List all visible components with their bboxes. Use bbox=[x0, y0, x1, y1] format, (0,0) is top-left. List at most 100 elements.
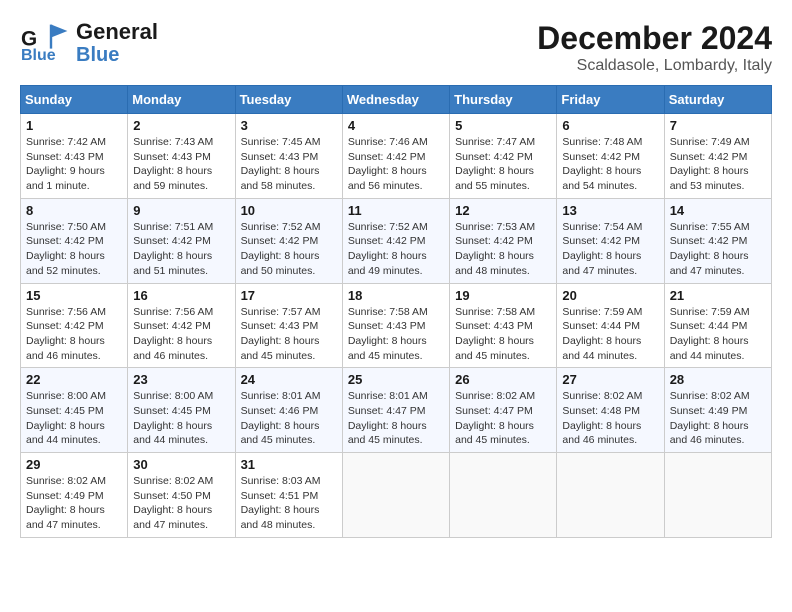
day-info: Sunrise: 7:43 AM Sunset: 4:43 PM Dayligh… bbox=[133, 135, 229, 194]
day-number: 16 bbox=[133, 288, 229, 303]
day-info: Sunrise: 7:49 AM Sunset: 4:42 PM Dayligh… bbox=[670, 135, 766, 194]
calendar-day-cell: 23 Sunrise: 8:00 AM Sunset: 4:45 PM Dayl… bbox=[128, 368, 235, 453]
day-number: 24 bbox=[241, 372, 337, 387]
day-info: Sunrise: 7:59 AM Sunset: 4:44 PM Dayligh… bbox=[562, 305, 658, 364]
calendar-day-cell: 5 Sunrise: 7:47 AM Sunset: 4:42 PM Dayli… bbox=[450, 114, 557, 199]
calendar-day-cell: 31 Sunrise: 8:03 AM Sunset: 4:51 PM Dayl… bbox=[235, 453, 342, 538]
day-number: 28 bbox=[670, 372, 766, 387]
calendar-day-cell: 20 Sunrise: 7:59 AM Sunset: 4:44 PM Dayl… bbox=[557, 283, 664, 368]
sunrise-text: Sunrise: 8:01 AM bbox=[348, 390, 428, 402]
calendar-day-cell: 21 Sunrise: 7:59 AM Sunset: 4:44 PM Dayl… bbox=[664, 283, 771, 368]
day-info: Sunrise: 7:55 AM Sunset: 4:42 PM Dayligh… bbox=[670, 220, 766, 279]
sunset-text: Sunset: 4:42 PM bbox=[26, 235, 104, 247]
day-number: 9 bbox=[133, 203, 229, 218]
sunset-text: Sunset: 4:43 PM bbox=[26, 151, 104, 163]
day-info: Sunrise: 7:46 AM Sunset: 4:42 PM Dayligh… bbox=[348, 135, 444, 194]
day-info: Sunrise: 7:52 AM Sunset: 4:42 PM Dayligh… bbox=[241, 220, 337, 279]
day-info: Sunrise: 7:52 AM Sunset: 4:42 PM Dayligh… bbox=[348, 220, 444, 279]
sunset-text: Sunset: 4:42 PM bbox=[26, 320, 104, 332]
day-info: Sunrise: 7:56 AM Sunset: 4:42 PM Dayligh… bbox=[133, 305, 229, 364]
sunset-text: Sunset: 4:42 PM bbox=[670, 235, 748, 247]
sunrise-text: Sunrise: 7:59 AM bbox=[670, 306, 750, 318]
calendar-week-row: 15 Sunrise: 7:56 AM Sunset: 4:42 PM Dayl… bbox=[21, 283, 772, 368]
sunset-text: Sunset: 4:50 PM bbox=[133, 490, 211, 502]
sunset-text: Sunset: 4:45 PM bbox=[133, 405, 211, 417]
sunrise-text: Sunrise: 7:56 AM bbox=[133, 306, 213, 318]
sunrise-text: Sunrise: 7:58 AM bbox=[455, 306, 535, 318]
daylight-text: Daylight: 8 hours and 52 minutes. bbox=[26, 250, 105, 277]
day-info: Sunrise: 7:58 AM Sunset: 4:43 PM Dayligh… bbox=[455, 305, 551, 364]
calendar-day-cell: 16 Sunrise: 7:56 AM Sunset: 4:42 PM Dayl… bbox=[128, 283, 235, 368]
day-number: 8 bbox=[26, 203, 122, 218]
day-number: 11 bbox=[348, 203, 444, 218]
daylight-text: Daylight: 8 hours and 59 minutes. bbox=[133, 165, 212, 192]
day-number: 4 bbox=[348, 118, 444, 133]
sunset-text: Sunset: 4:42 PM bbox=[670, 151, 748, 163]
location-title: Scaldasole, Lombardy, Italy bbox=[537, 57, 772, 75]
sunset-text: Sunset: 4:42 PM bbox=[562, 235, 640, 247]
daylight-text: Daylight: 8 hours and 58 minutes. bbox=[241, 165, 320, 192]
sunrise-text: Sunrise: 7:42 AM bbox=[26, 136, 106, 148]
day-number: 19 bbox=[455, 288, 551, 303]
day-number: 3 bbox=[241, 118, 337, 133]
day-number: 5 bbox=[455, 118, 551, 133]
day-info: Sunrise: 8:02 AM Sunset: 4:48 PM Dayligh… bbox=[562, 389, 658, 448]
day-of-week-header: Monday bbox=[128, 86, 235, 114]
sunrise-text: Sunrise: 7:58 AM bbox=[348, 306, 428, 318]
page-header: G Blue General Blue December 2024 Scalda… bbox=[20, 20, 772, 75]
calendar-day-cell: 25 Sunrise: 8:01 AM Sunset: 4:47 PM Dayl… bbox=[342, 368, 449, 453]
calendar-week-row: 22 Sunrise: 8:00 AM Sunset: 4:45 PM Dayl… bbox=[21, 368, 772, 453]
day-number: 15 bbox=[26, 288, 122, 303]
logo-blue: Blue bbox=[76, 44, 158, 66]
calendar-day-cell: 27 Sunrise: 8:02 AM Sunset: 4:48 PM Dayl… bbox=[557, 368, 664, 453]
sunrise-text: Sunrise: 8:02 AM bbox=[562, 390, 642, 402]
day-number: 20 bbox=[562, 288, 658, 303]
sunrise-text: Sunrise: 8:02 AM bbox=[133, 475, 213, 487]
calendar-day-cell: 26 Sunrise: 8:02 AM Sunset: 4:47 PM Dayl… bbox=[450, 368, 557, 453]
svg-text:Blue: Blue bbox=[21, 47, 56, 63]
daylight-text: Daylight: 8 hours and 46 minutes. bbox=[670, 420, 749, 447]
calendar-day-cell: 29 Sunrise: 8:02 AM Sunset: 4:49 PM Dayl… bbox=[21, 453, 128, 538]
sunset-text: Sunset: 4:42 PM bbox=[133, 235, 211, 247]
calendar-week-row: 8 Sunrise: 7:50 AM Sunset: 4:42 PM Dayli… bbox=[21, 198, 772, 283]
sunrise-text: Sunrise: 7:54 AM bbox=[562, 221, 642, 233]
sunrise-text: Sunrise: 7:51 AM bbox=[133, 221, 213, 233]
day-info: Sunrise: 8:02 AM Sunset: 4:47 PM Dayligh… bbox=[455, 389, 551, 448]
sunrise-text: Sunrise: 7:52 AM bbox=[348, 221, 428, 233]
month-title: December 2024 bbox=[537, 20, 772, 57]
day-info: Sunrise: 7:50 AM Sunset: 4:42 PM Dayligh… bbox=[26, 220, 122, 279]
sunset-text: Sunset: 4:47 PM bbox=[348, 405, 426, 417]
day-info: Sunrise: 7:59 AM Sunset: 4:44 PM Dayligh… bbox=[670, 305, 766, 364]
daylight-text: Daylight: 8 hours and 55 minutes. bbox=[455, 165, 534, 192]
daylight-text: Daylight: 8 hours and 44 minutes. bbox=[670, 335, 749, 362]
day-info: Sunrise: 7:56 AM Sunset: 4:42 PM Dayligh… bbox=[26, 305, 122, 364]
sunrise-text: Sunrise: 7:47 AM bbox=[455, 136, 535, 148]
sunset-text: Sunset: 4:47 PM bbox=[455, 405, 533, 417]
sunrise-text: Sunrise: 7:43 AM bbox=[133, 136, 213, 148]
sunrise-text: Sunrise: 7:59 AM bbox=[562, 306, 642, 318]
sunset-text: Sunset: 4:42 PM bbox=[562, 151, 640, 163]
day-info: Sunrise: 8:02 AM Sunset: 4:49 PM Dayligh… bbox=[670, 389, 766, 448]
calendar-day-cell: 9 Sunrise: 7:51 AM Sunset: 4:42 PM Dayli… bbox=[128, 198, 235, 283]
sunset-text: Sunset: 4:42 PM bbox=[455, 235, 533, 247]
calendar-day-cell: 4 Sunrise: 7:46 AM Sunset: 4:42 PM Dayli… bbox=[342, 114, 449, 199]
daylight-text: Daylight: 8 hours and 45 minutes. bbox=[348, 335, 427, 362]
calendar-day-cell: 24 Sunrise: 8:01 AM Sunset: 4:46 PM Dayl… bbox=[235, 368, 342, 453]
sunrise-text: Sunrise: 8:03 AM bbox=[241, 475, 321, 487]
day-of-week-header: Wednesday bbox=[342, 86, 449, 114]
daylight-text: Daylight: 8 hours and 48 minutes. bbox=[241, 504, 320, 531]
day-number: 22 bbox=[26, 372, 122, 387]
sunset-text: Sunset: 4:43 PM bbox=[241, 320, 319, 332]
day-info: Sunrise: 7:45 AM Sunset: 4:43 PM Dayligh… bbox=[241, 135, 337, 194]
day-info: Sunrise: 7:47 AM Sunset: 4:42 PM Dayligh… bbox=[455, 135, 551, 194]
daylight-text: Daylight: 8 hours and 45 minutes. bbox=[455, 420, 534, 447]
day-number: 31 bbox=[241, 457, 337, 472]
daylight-text: Daylight: 8 hours and 45 minutes. bbox=[241, 420, 320, 447]
sunrise-text: Sunrise: 8:02 AM bbox=[26, 475, 106, 487]
day-number: 2 bbox=[133, 118, 229, 133]
day-info: Sunrise: 7:54 AM Sunset: 4:42 PM Dayligh… bbox=[562, 220, 658, 279]
calendar-day-cell bbox=[342, 453, 449, 538]
calendar-day-cell: 30 Sunrise: 8:02 AM Sunset: 4:50 PM Dayl… bbox=[128, 453, 235, 538]
daylight-text: Daylight: 8 hours and 44 minutes. bbox=[26, 420, 105, 447]
day-number: 18 bbox=[348, 288, 444, 303]
